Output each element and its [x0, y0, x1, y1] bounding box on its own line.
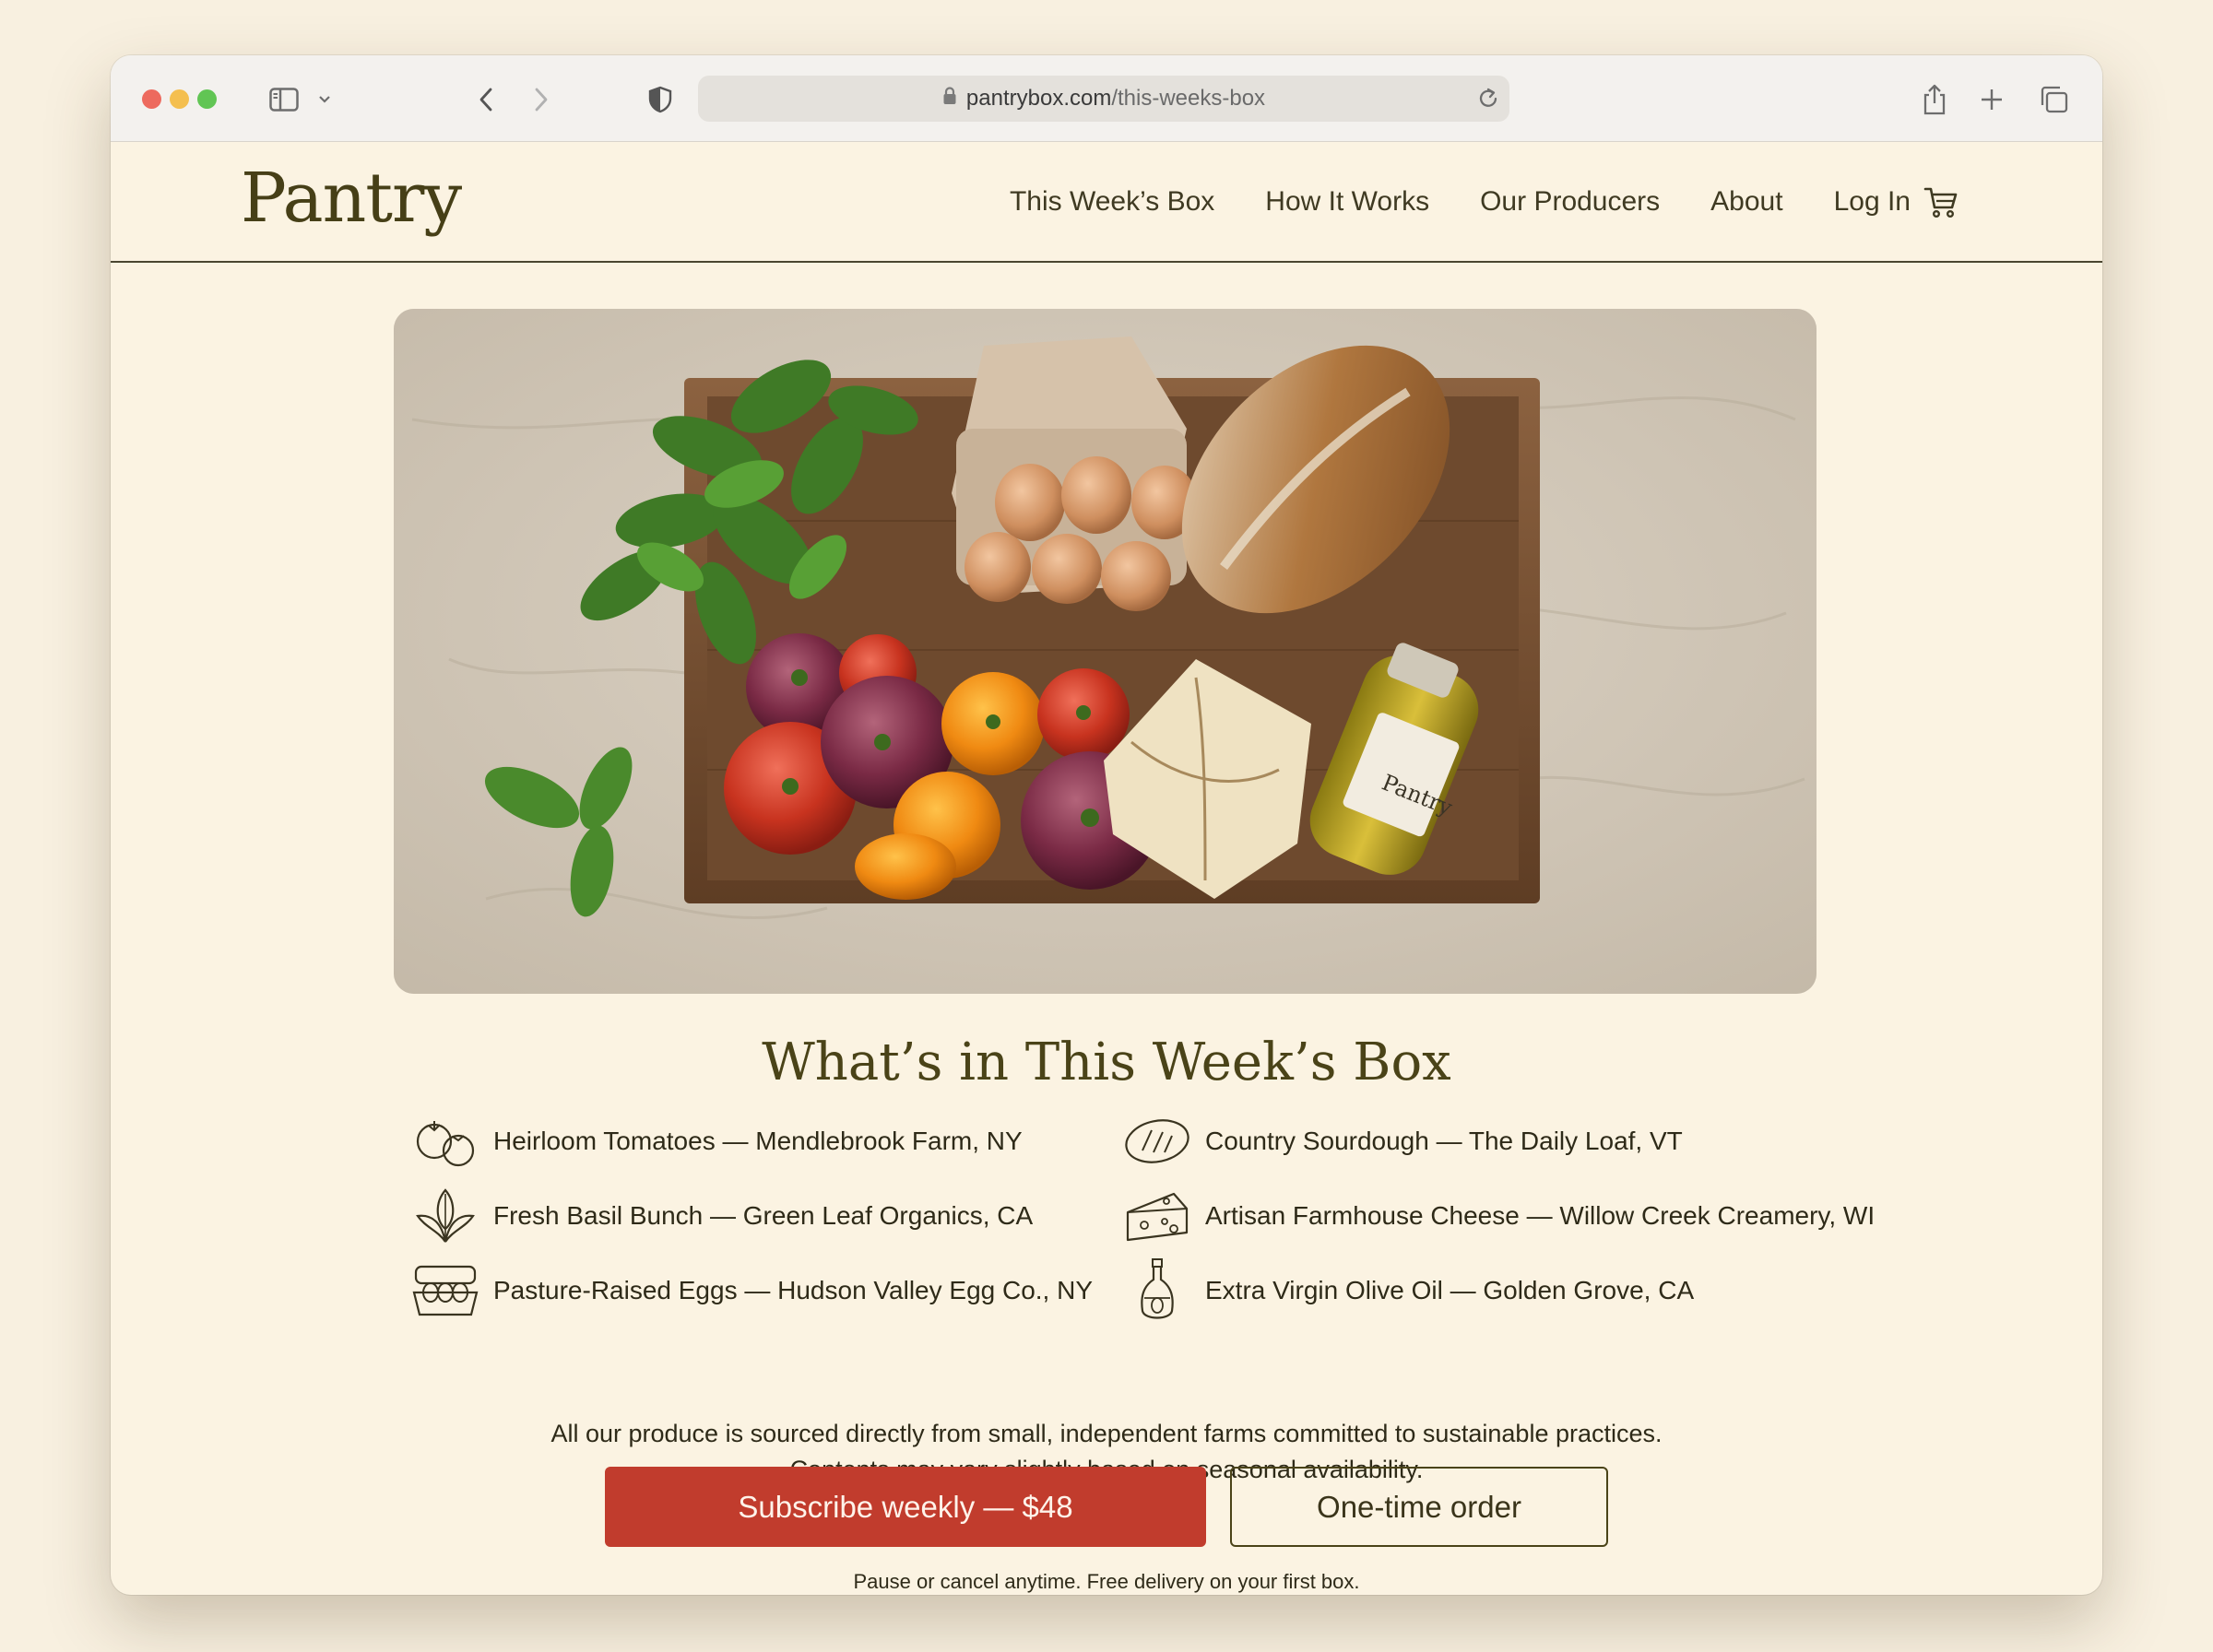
browser-toolbar: pantrybox.com/this-weeks-box: [111, 55, 2102, 142]
url-domain: pantrybox.com: [965, 86, 1112, 111]
list-item: Fresh Basil Bunch — Green Leaf Organics,…: [410, 1184, 1033, 1248]
cart-icon[interactable]: [1923, 185, 1959, 218]
list-item: Artisan Farmhouse Cheese — Willow Creek …: [1122, 1184, 1875, 1248]
reload-icon[interactable]: [1476, 86, 1500, 118]
main-nav: This Week’s Box How It Works Our Produce…: [959, 142, 1959, 261]
subscribe-weekly-button[interactable]: Subscribe weekly — $48: [605, 1467, 1206, 1547]
back-arrow-icon[interactable]: [472, 79, 500, 120]
hero-image: Pantry: [394, 309, 1817, 994]
nav-log-in[interactable]: Log In: [1834, 186, 1911, 218]
close-window-button[interactable]: [142, 89, 161, 109]
olive-oil-icon: [1122, 1258, 1192, 1323]
cheese-icon: [1122, 1184, 1192, 1248]
section-title: What’s in This Week’s Box: [762, 1032, 1451, 1092]
item-text: Extra Virgin Olive Oil — Golden Grove, C…: [1205, 1276, 1695, 1304]
egg-carton-icon: [410, 1258, 480, 1323]
sidebar-toggle-icon[interactable]: [266, 79, 302, 120]
sourcing-note-line1: All our produce is sourced directly from…: [550, 1420, 1663, 1447]
list-item: Heirloom Tomatoes — Mendlebrook Farm, NY: [410, 1109, 1023, 1174]
item-text: Heirloom Tomatoes — Mendlebrook Farm, NY: [493, 1127, 1023, 1155]
nav-our-producers[interactable]: Our Producers: [1480, 186, 1660, 218]
address-bar[interactable]: pantrybox.com/this-weeks-box: [698, 76, 1509, 122]
list-item: Pasture-Raised Eggs — Hudson Valley Egg …: [410, 1258, 1093, 1323]
site-header: Pantry This Week’s Box How It Works Our …: [111, 142, 2102, 263]
tomato-icon: [410, 1109, 480, 1174]
item-text: Pasture-Raised Eggs — Hudson Valley Egg …: [493, 1276, 1094, 1304]
new-tab-plus-icon[interactable]: [1975, 79, 2008, 120]
fineprint: Pause or cancel anytime. Free delivery o…: [853, 1570, 1360, 1593]
browser-window: pantrybox.com/this-weeks-box Pantry This…: [111, 55, 2102, 1595]
site-logo[interactable]: Pantry: [241, 159, 462, 238]
lock-icon: [942, 86, 957, 112]
nav-login-group: Log In: [1834, 185, 1959, 218]
privacy-shield-icon[interactable]: [644, 79, 677, 120]
nav-how-it-works[interactable]: How It Works: [1265, 186, 1429, 218]
item-text: Artisan Farmhouse Cheese — Willow Creek …: [1205, 1201, 1876, 1230]
item-text: Fresh Basil Bunch — Green Leaf Organics,…: [493, 1201, 1034, 1230]
produce-box-illustration: Pantry: [394, 309, 1817, 994]
chevron-down-icon[interactable]: [315, 79, 334, 120]
item-text: Country Sourdough — The Daily Loaf, VT: [1205, 1127, 1683, 1155]
basil-icon: [410, 1184, 480, 1248]
one-time-order-button[interactable]: One-time order: [1230, 1467, 1608, 1547]
box-items-list: Heirloom Tomatoes — Mendlebrook Farm, NY…: [410, 1109, 2070, 1330]
list-item: Country Sourdough — The Daily Loaf, VT: [1122, 1109, 1683, 1174]
minimize-window-button[interactable]: [170, 89, 189, 109]
bread-icon: [1122, 1109, 1192, 1174]
zoom-window-button[interactable]: [197, 89, 217, 109]
nav-this-weeks-box[interactable]: This Week’s Box: [1010, 186, 1214, 218]
forward-arrow-icon[interactable]: [527, 79, 555, 120]
list-item: Extra Virgin Olive Oil — Golden Grove, C…: [1122, 1258, 1694, 1323]
url-path: /this-weeks-box: [1111, 86, 1266, 111]
nav-about[interactable]: About: [1710, 186, 1782, 218]
share-icon[interactable]: [1918, 79, 1951, 120]
tab-overview-icon[interactable]: [2036, 79, 2073, 120]
